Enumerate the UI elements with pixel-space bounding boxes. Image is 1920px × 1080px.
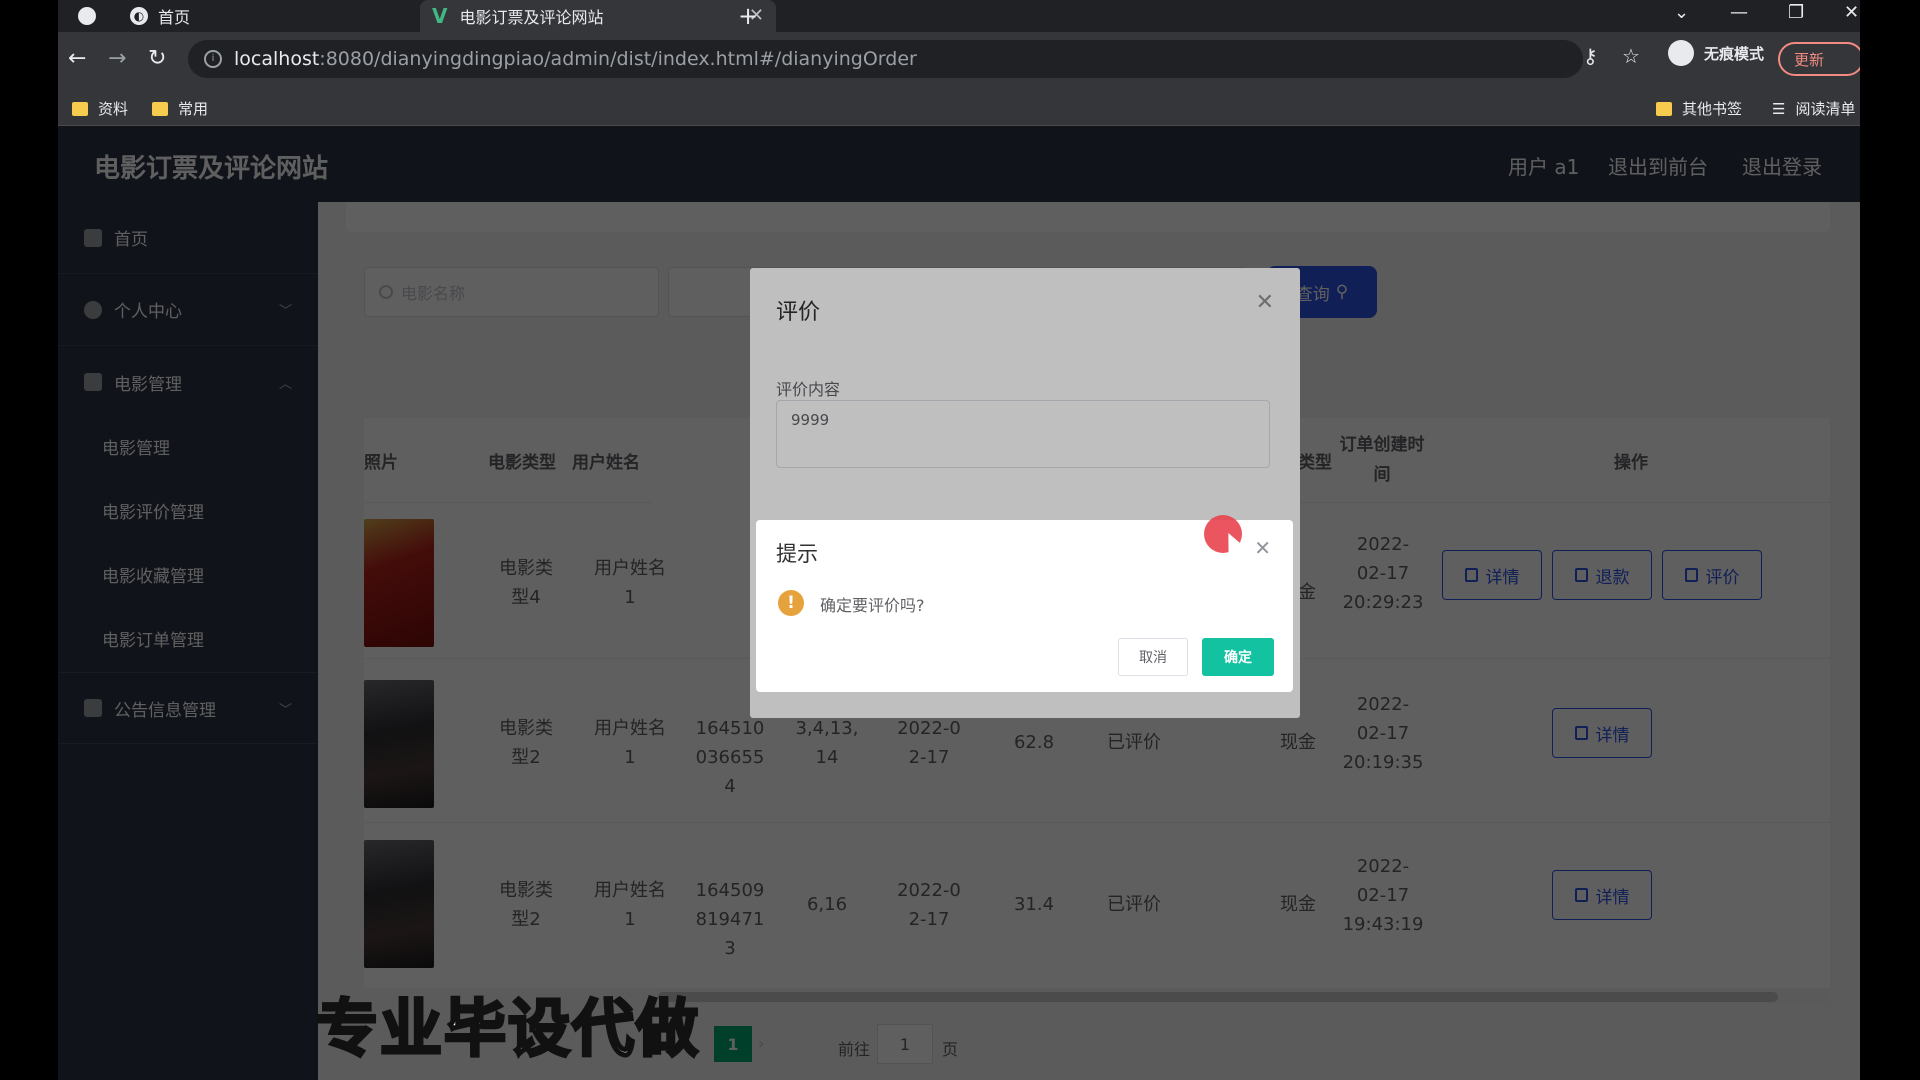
cancel-button[interactable]: 取消 — [1118, 638, 1188, 676]
bookmark-label: 常用 — [178, 100, 209, 118]
info-icon[interactable]: i — [204, 50, 222, 68]
address-bar[interactable]: i localhost :8080/dianyingdingpiao/admin… — [188, 40, 1583, 78]
bookmark-label: 其他书签 — [1682, 100, 1743, 118]
update-label: 更新 — [1794, 50, 1825, 69]
bookmark-folder[interactable]: 其他书签 — [1656, 98, 1742, 119]
vue-icon: V — [432, 4, 448, 28]
minimize-icon[interactable]: — — [1730, 2, 1748, 23]
forward-icon[interactable]: → — [108, 46, 126, 71]
address-row: ← → ↻ i localhost :8080/dianyingdingpiao… — [58, 32, 1860, 88]
folder-icon — [1656, 101, 1672, 116]
url-host: localhost — [234, 48, 320, 70]
tab-label: 首页 — [158, 8, 191, 27]
warning-icon: ! — [778, 590, 804, 616]
star-icon[interactable]: ☆ — [1622, 44, 1640, 68]
bookmark-folder[interactable]: 常用 — [152, 98, 208, 119]
bookmark-folder[interactable]: 资料 — [72, 98, 128, 119]
reading-list-icon: ☰ — [1772, 99, 1786, 118]
chevron-down-icon[interactable]: ⌄ — [1674, 2, 1689, 23]
browser-window: ◐ 首页 ✕ V 电影订票及评论网站 ✕ + ⌄ — ❐ ✕ ← → ↻ i l… — [58, 0, 1860, 1080]
bookmark-label: 资料 — [98, 100, 129, 118]
reading-list[interactable]: ☰ 阅读清单 — [1772, 98, 1855, 119]
tab-bar: ◐ 首页 ✕ V 电影订票及评论网站 ✕ + ⌄ — ❐ ✕ — [58, 0, 1860, 32]
confirm-message: 确定要评价吗? — [820, 596, 925, 615]
confirm-button[interactable]: 确定 — [1202, 638, 1274, 676]
watermark-text: 专业毕设代做 — [314, 991, 701, 1067]
incognito-icon — [1668, 40, 1694, 66]
bookmark-label: 阅读清单 — [1795, 100, 1856, 118]
tab-label: 电影订票及评论网站 — [459, 8, 604, 27]
incognito-indicator[interactable]: 无痕模式 — [1668, 40, 1764, 66]
folder-icon — [152, 101, 168, 116]
restore-icon[interactable]: ❐ — [1788, 2, 1804, 23]
back-icon[interactable]: ← — [68, 46, 86, 71]
incognito-label: 无痕模式 — [1704, 44, 1765, 63]
url-path: :8080/dianyingdingpiao/admin/dist/index.… — [319, 48, 917, 70]
close-icon[interactable]: ✕ — [1254, 536, 1271, 560]
globe-icon — [78, 7, 96, 25]
dialog-title: 提示 — [776, 542, 818, 566]
reload-icon[interactable]: ↻ — [148, 46, 166, 71]
new-tab-icon[interactable]: + — [738, 2, 758, 30]
bookmarks-bar: 资料 常用 其他书签 ☰ 阅读清单 — [58, 88, 1860, 126]
folder-icon — [72, 101, 88, 116]
close-window-icon[interactable]: ✕ — [1844, 2, 1859, 23]
tab-movie-site[interactable]: V 电影订票及评论网站 ✕ — [420, 0, 776, 32]
key-icon[interactable]: ⚷ — [1583, 44, 1598, 68]
globe-icon: ◐ — [130, 7, 148, 25]
update-button[interactable]: 更新 — [1778, 42, 1860, 76]
